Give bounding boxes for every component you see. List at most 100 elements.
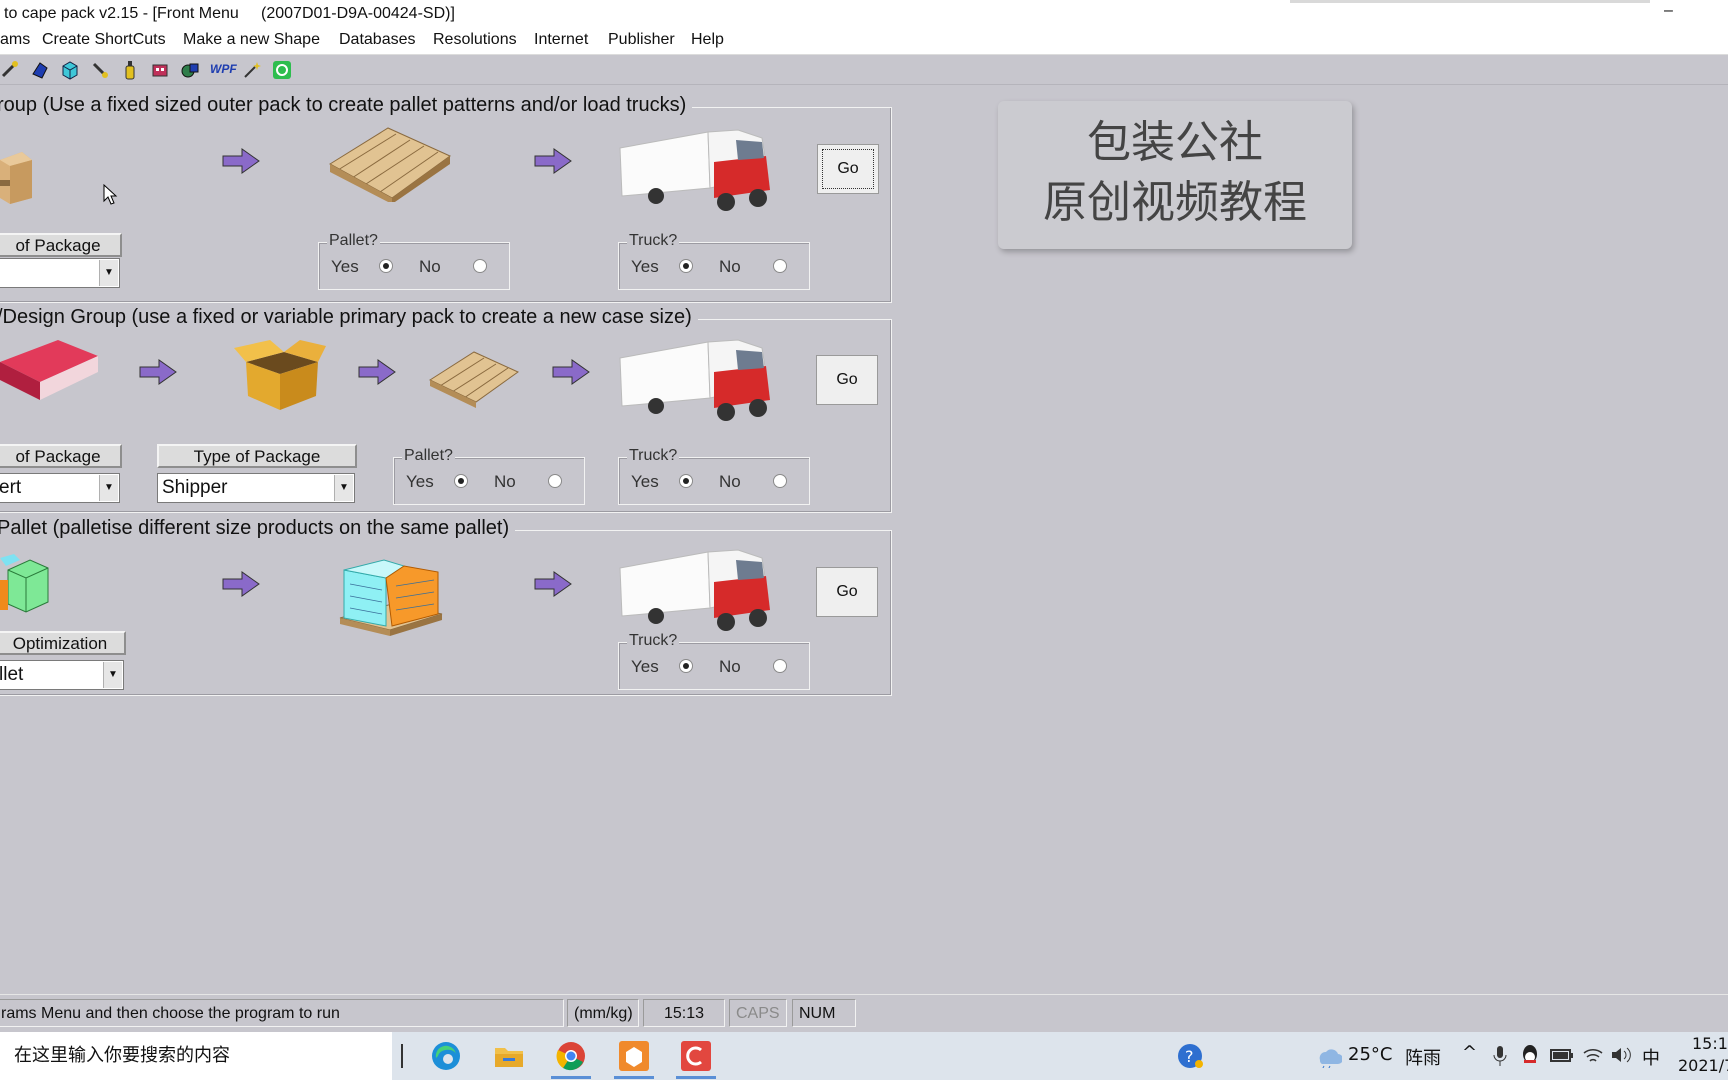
truck-no-radio[interactable] — [773, 474, 787, 488]
truck-fieldset: Truck? Yes No — [618, 632, 810, 690]
truck-no-label: No — [719, 657, 741, 676]
menu-publisher[interactable]: Publisher — [608, 31, 675, 49]
group-mixed-pallet-title: Pallet (palletise different size product… — [0, 517, 516, 540]
pallet-no-radio[interactable] — [548, 474, 562, 488]
arrow-icon — [139, 359, 177, 385]
truck-no-label: No — [719, 257, 741, 276]
shipper-type-select[interactable]: Shipper ▼ — [157, 473, 355, 503]
watermark-line2: 原创视频教程 — [1043, 177, 1307, 228]
mixed-pallet-image — [339, 559, 443, 636]
pallet-no-radio[interactable] — [473, 259, 487, 273]
window-title: to cape pack v2.15 - [Front Menu (2007D0… — [4, 5, 455, 22]
toolbar: WPF — [0, 56, 1728, 85]
primary-package-select[interactable]: ert ▼ — [0, 473, 120, 503]
weather-desc[interactable]: 阵雨 — [1405, 1044, 1441, 1070]
pallet-no-label: No — [419, 257, 441, 276]
truck-legend: Truck? — [627, 232, 680, 250]
menu-make-new-shape[interactable]: Make a new Shape — [183, 31, 320, 49]
box-icon[interactable] — [60, 60, 80, 80]
pallet-yes-radio[interactable] — [379, 259, 393, 273]
truck-yes-radio[interactable] — [679, 659, 693, 673]
file-explorer-icon[interactable] — [493, 1040, 525, 1072]
optimization-select[interactable]: llet ▼ — [0, 660, 124, 690]
arrow-icon — [222, 148, 260, 174]
taskbar: 在这里输入你要搜索的内容 ? 25°C 阵雨 ^ 中 15:13 2021/7 — [0, 1032, 1728, 1080]
ime-indicator[interactable]: 中 — [1642, 1044, 1660, 1070]
chevron-up-icon[interactable]: ^ — [1462, 1042, 1477, 1063]
help-icon[interactable]: ? — [1174, 1040, 1206, 1072]
running-indicator — [551, 1076, 591, 1079]
wpf-icon-label: WPF — [210, 62, 237, 76]
robot-icon[interactable] — [150, 60, 170, 80]
truck-yes-label: Yes — [631, 257, 659, 276]
taskbar-search-input[interactable]: 在这里输入你要搜索的内容 — [0, 1032, 392, 1080]
clock-date[interactable]: 2021/7 — [1678, 1056, 1728, 1075]
wand-icon[interactable] — [242, 60, 262, 80]
primary-package-value: ert — [0, 477, 22, 498]
pallet-image — [428, 351, 519, 408]
battery-icon[interactable] — [1550, 1048, 1574, 1064]
green-icon[interactable] — [272, 60, 292, 80]
chevron-down-icon[interactable]: ▼ — [99, 475, 118, 501]
truck-image — [619, 129, 770, 211]
truck-yes-radio[interactable] — [679, 259, 693, 273]
wifi-icon[interactable] — [1582, 1045, 1604, 1065]
type-of-package-label: of Package — [0, 444, 122, 468]
bottle-icon[interactable] — [120, 60, 140, 80]
shape-icon[interactable] — [30, 60, 50, 80]
speaker-icon[interactable] — [1610, 1045, 1632, 1065]
package-type-select[interactable]: ▼ — [0, 258, 120, 288]
pallet-legend: Pallet? — [402, 447, 455, 465]
type-of-package-label: of Package — [0, 233, 122, 257]
mixed-boxes-image — [0, 554, 49, 613]
chevron-down-icon[interactable]: ▼ — [103, 662, 122, 688]
truck-legend: Truck? — [627, 447, 680, 465]
qq-icon[interactable] — [1520, 1044, 1540, 1066]
chevron-down-icon[interactable]: ▼ — [99, 260, 118, 286]
minimize-button[interactable]: – — [1664, 2, 1673, 20]
status-num: NUM — [792, 999, 856, 1027]
group-case-design-title: /Design Group (use a fixed or variable p… — [0, 306, 698, 329]
menu-help[interactable]: Help — [691, 31, 724, 49]
arrow-icon — [534, 571, 572, 597]
go-button-outer-pack[interactable]: Go — [817, 144, 879, 194]
text-cursor — [401, 1044, 403, 1068]
menu-resolutions[interactable]: Resolutions — [433, 31, 517, 49]
edge-icon[interactable] — [430, 1040, 462, 1072]
capepack-app-icon[interactable] — [618, 1040, 650, 1072]
truck-no-radio[interactable] — [773, 259, 787, 273]
go-button-case-design[interactable]: Go — [816, 355, 878, 405]
weather-temp[interactable]: 25°C — [1348, 1044, 1392, 1065]
pallet-fieldset: Pallet? Yes No — [393, 447, 585, 505]
arrow-icon — [222, 571, 260, 597]
truck-legend: Truck? — [627, 632, 680, 650]
watermark-overlay: 包装公社 原创视频教程 — [998, 101, 1352, 249]
pallet-fieldset: Pallet? Yes No — [318, 232, 510, 290]
case-box-image — [0, 150, 34, 206]
tool2-icon[interactable] — [90, 60, 110, 80]
menu-databases[interactable]: Databases — [339, 31, 416, 49]
microphone-icon[interactable] — [1492, 1045, 1508, 1067]
pallet-yes-radio[interactable] — [454, 474, 468, 488]
menu-internet[interactable]: Internet — [534, 31, 588, 49]
truck-yes-radio[interactable] — [679, 474, 693, 488]
svg-text:?: ? — [1185, 1047, 1194, 1066]
type-of-package-label-2: Type of Package — [157, 444, 357, 468]
menu-create-shortcuts[interactable]: Create ShortCuts — [42, 31, 166, 49]
go-button-mixed-pallet[interactable]: Go — [816, 567, 878, 617]
watermark-line1: 包装公社 — [1087, 117, 1263, 168]
truck-no-label: No — [719, 472, 741, 491]
chevron-down-icon[interactable]: ▼ — [334, 475, 353, 501]
truck-no-radio[interactable] — [773, 659, 787, 673]
running-indicator — [614, 1076, 654, 1079]
menu-programs[interactable]: ams — [0, 31, 30, 49]
wpf-icon[interactable]: WPF — [210, 60, 237, 80]
arrange-icon[interactable] — [180, 60, 200, 80]
optimization-label: Optimization — [0, 631, 126, 655]
open-carton-image — [234, 340, 326, 410]
recorder-app-icon[interactable] — [680, 1040, 712, 1072]
shipper-type-value: Shipper — [162, 477, 228, 498]
chrome-icon[interactable] — [555, 1040, 587, 1072]
clock-time[interactable]: 15:13 — [1692, 1034, 1728, 1053]
tool-icon[interactable] — [0, 60, 20, 80]
